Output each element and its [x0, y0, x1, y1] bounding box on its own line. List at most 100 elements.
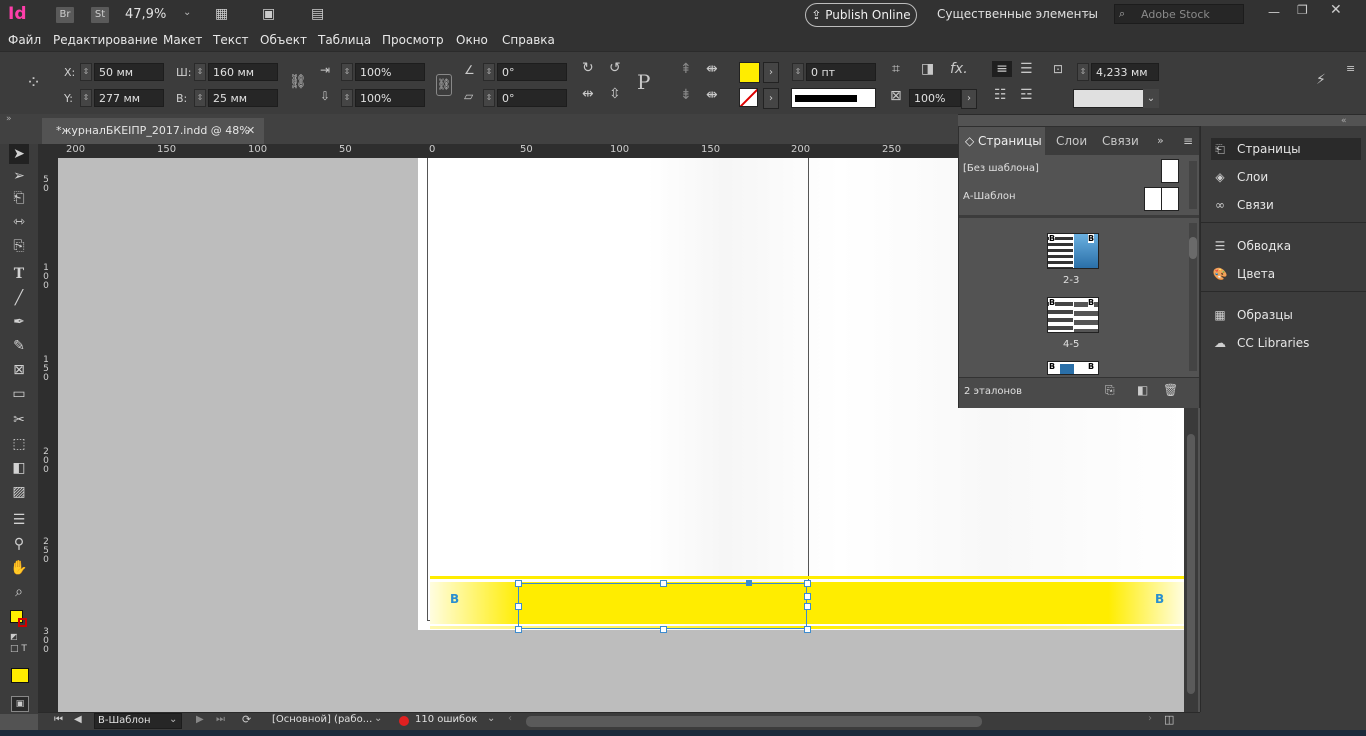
type-tool-icon[interactable]: T: [9, 264, 29, 284]
tab-pages[interactable]: ◇ Страницы: [959, 127, 1045, 155]
horizontal-scroll-thumb[interactable]: [526, 716, 982, 727]
stroke-weight-input[interactable]: 0 пт: [806, 63, 876, 81]
gap-tool-icon[interactable]: ⇿: [9, 212, 29, 232]
formatting-container-icon[interactable]: □ T: [10, 644, 27, 654]
apply-color-icon[interactable]: [11, 668, 29, 683]
expand-panel-icon[interactable]: »: [1157, 127, 1164, 155]
pages-scrollbar[interactable]: [1189, 223, 1197, 371]
view-options-icon[interactable]: ▦: [215, 6, 228, 22]
scroll-left-icon[interactable]: ‹: [508, 713, 512, 724]
y-position-input[interactable]: 277 мм: [94, 89, 164, 107]
tab-layers[interactable]: Слои: [1056, 127, 1087, 155]
menu-table[interactable]: Таблица: [318, 33, 371, 47]
master-none[interactable]: [Без шаблона]: [963, 163, 1039, 174]
height-input[interactable]: 25 мм: [208, 89, 278, 107]
wrap-bounding-icon[interactable]: ☰: [1020, 61, 1033, 77]
menu-object[interactable]: Объект: [260, 33, 307, 47]
page-selector-dropdown-icon[interactable]: ⌄: [169, 714, 177, 725]
fill-dropdown-icon[interactable]: ›: [763, 62, 779, 83]
drop-shadow-icon[interactable]: ◨: [921, 61, 934, 77]
zoom-dropdown-icon[interactable]: ⌄: [183, 7, 191, 18]
menu-type[interactable]: Текст: [213, 33, 249, 47]
rotate-stepper-icon[interactable]: ⇕: [483, 63, 495, 81]
selected-frame[interactable]: [518, 583, 807, 629]
horizontal-ruler[interactable]: 200 150 100 50 0 50 100 150 200 250: [58, 144, 958, 159]
scale-x-input[interactable]: 100%: [355, 63, 425, 81]
screen-mode-icon[interactable]: ▣: [262, 6, 275, 22]
scissors-tool-icon[interactable]: ✂: [9, 410, 29, 430]
eyedropper-tool-icon[interactable]: ⚲: [9, 534, 29, 554]
restore-icon[interactable]: ❐: [1297, 3, 1308, 17]
rotate-ccw-icon[interactable]: ↺: [609, 60, 621, 76]
bridge-icon[interactable]: Br: [56, 7, 74, 23]
master-a-left-thumbnail[interactable]: [1144, 187, 1162, 211]
preflight-profile[interactable]: [Основной] (рабо...: [272, 714, 372, 725]
offset-stepper-icon[interactable]: ⇕: [1077, 63, 1089, 81]
ruler-origin[interactable]: [38, 144, 58, 158]
selection-handle[interactable]: [660, 626, 667, 633]
dock-item-links[interactable]: ∞ Связи: [1211, 194, 1361, 216]
selection-handle[interactable]: [804, 580, 811, 587]
width-input[interactable]: 160 мм: [208, 63, 278, 81]
collapse-tools-icon[interactable]: »: [6, 114, 12, 124]
master-a-right-thumbnail[interactable]: [1161, 187, 1179, 211]
wrap-none-icon[interactable]: ≡: [992, 61, 1012, 77]
free-transform-tool-icon[interactable]: ⬚: [9, 434, 29, 454]
control-panel-menu-icon[interactable]: ≡: [1346, 62, 1355, 75]
close-tab-icon[interactable]: ✕: [246, 118, 255, 144]
pen-tool-icon[interactable]: ✒: [9, 312, 29, 332]
flip-horizontal-icon[interactable]: ⇹: [582, 86, 594, 102]
dock-item-swatches[interactable]: ▦ Образцы: [1211, 304, 1361, 326]
previous-page-icon[interactable]: ◀: [74, 714, 82, 725]
menu-view[interactable]: Просмотр: [382, 33, 444, 47]
collapse-dock-icon[interactable]: «: [1341, 116, 1347, 126]
fit-frame-icon[interactable]: ⌗: [892, 61, 900, 77]
new-page-icon[interactable]: ◧: [1137, 383, 1148, 397]
master-none-thumbnail[interactable]: [1161, 159, 1179, 183]
offset-input[interactable]: 4,233 мм: [1091, 63, 1159, 81]
selection-handle[interactable]: [804, 626, 811, 633]
spread-thumbnail-partial[interactable]: B B: [1047, 361, 1099, 375]
height-stepper-icon[interactable]: ⇕: [194, 89, 206, 107]
scroll-right-icon[interactable]: ›: [1148, 713, 1152, 724]
y-stepper-icon[interactable]: ⇕: [80, 89, 92, 107]
menu-layout[interactable]: Макет: [163, 33, 202, 47]
dock-item-stroke[interactable]: ☰ Обводка: [1211, 235, 1361, 257]
effects-fx-icon[interactable]: fx.: [950, 61, 968, 77]
workspace-switcher[interactable]: Существенные элементы: [937, 7, 1098, 21]
select-container-icon[interactable]: ⇞: [680, 61, 692, 77]
first-page-icon[interactable]: ⏮: [54, 714, 63, 725]
fill-swatch[interactable]: [739, 62, 760, 83]
rotate-cw-icon[interactable]: ↻: [582, 60, 594, 76]
rectangle-frame-tool-icon[interactable]: ⊠: [9, 360, 29, 380]
line-tool-icon[interactable]: ╱: [9, 288, 29, 308]
stroke-dropdown-icon[interactable]: ›: [763, 88, 779, 109]
constrain-scale-icon[interactable]: ⛓: [436, 74, 452, 96]
hand-tool-icon[interactable]: ✋: [9, 558, 29, 578]
default-colors-icon[interactable]: ◩: [10, 632, 18, 641]
x-position-input[interactable]: 50 мм: [94, 63, 164, 81]
content-collector-icon[interactable]: ⎘: [9, 236, 29, 256]
panel-menu-icon[interactable]: ≡: [1183, 127, 1193, 155]
spread-thumbnail-4-5[interactable]: B B: [1047, 297, 1099, 333]
opacity-dropdown-icon[interactable]: ›: [961, 89, 977, 109]
x-stepper-icon[interactable]: ⇕: [80, 63, 92, 81]
gradient-feather-tool-icon[interactable]: ▨: [9, 482, 29, 502]
scale-x-stepper-icon[interactable]: ⇕: [341, 63, 353, 81]
shear-input[interactable]: 0°: [497, 89, 567, 107]
document-tab[interactable]: *журналБКЕIПР_2017.indd @ 48% ✕: [42, 118, 264, 144]
minimize-icon[interactable]: —: [1268, 5, 1280, 19]
menu-window[interactable]: Окно: [456, 33, 488, 47]
pages-scroll-thumb[interactable]: [1189, 237, 1197, 259]
panel-divider[interactable]: [959, 215, 1199, 218]
next-page-icon[interactable]: ▶: [196, 714, 204, 725]
spread-thumbnail-2-3[interactable]: B B: [1047, 233, 1099, 269]
dock-item-pages[interactable]: ⎗ Страницы: [1211, 138, 1361, 160]
zoom-level[interactable]: 47,9%: [125, 7, 166, 22]
split-layout-icon[interactable]: ◫: [1164, 713, 1174, 726]
dock-item-layers[interactable]: ◈ Слои: [1211, 166, 1361, 188]
dock-item-cc-libraries[interactable]: ☁ CC Libraries: [1211, 332, 1361, 354]
tab-links[interactable]: Связи: [1102, 127, 1139, 155]
last-page-icon[interactable]: ⏭: [216, 714, 225, 725]
selection-handle[interactable]: [515, 603, 522, 610]
